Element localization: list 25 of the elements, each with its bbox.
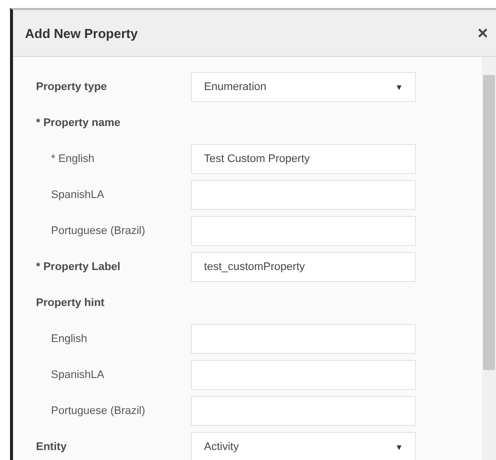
field-label: * Property Label: [35, 261, 122, 273]
field-label: Property type: [35, 81, 108, 93]
caret-icon: ▼: [395, 82, 403, 92]
select-field[interactable]: Activity ▼: [191, 432, 416, 460]
field-label: Entity: [35, 441, 68, 453]
field-label: * English: [50, 153, 96, 165]
field-label: Portuguese (Brazil): [50, 225, 146, 237]
field-label: SpanishLA: [50, 369, 106, 381]
dialog-title: Add New Property: [25, 26, 138, 40]
field-label: English: [50, 333, 88, 345]
scrollbar[interactable]: [482, 57, 496, 460]
input-field[interactable]: Test Custom Property: [191, 144, 416, 174]
field-label: Portuguese (Brazil): [50, 405, 146, 417]
field-label: SpanishLA: [50, 189, 106, 201]
field-label: * Property name: [35, 117, 122, 129]
input-field[interactable]: [191, 324, 416, 354]
input-field[interactable]: [191, 396, 416, 426]
input-field[interactable]: [191, 180, 416, 210]
input-field[interactable]: [191, 360, 416, 390]
close-button[interactable]: ×: [469, 22, 496, 44]
select-field[interactable]: Enumeration ▼: [191, 72, 416, 102]
caret-icon: ▼: [395, 442, 403, 452]
input-field[interactable]: test_customProperty: [191, 252, 416, 282]
field-label: Property hint: [35, 297, 106, 309]
input-field[interactable]: [191, 216, 416, 246]
